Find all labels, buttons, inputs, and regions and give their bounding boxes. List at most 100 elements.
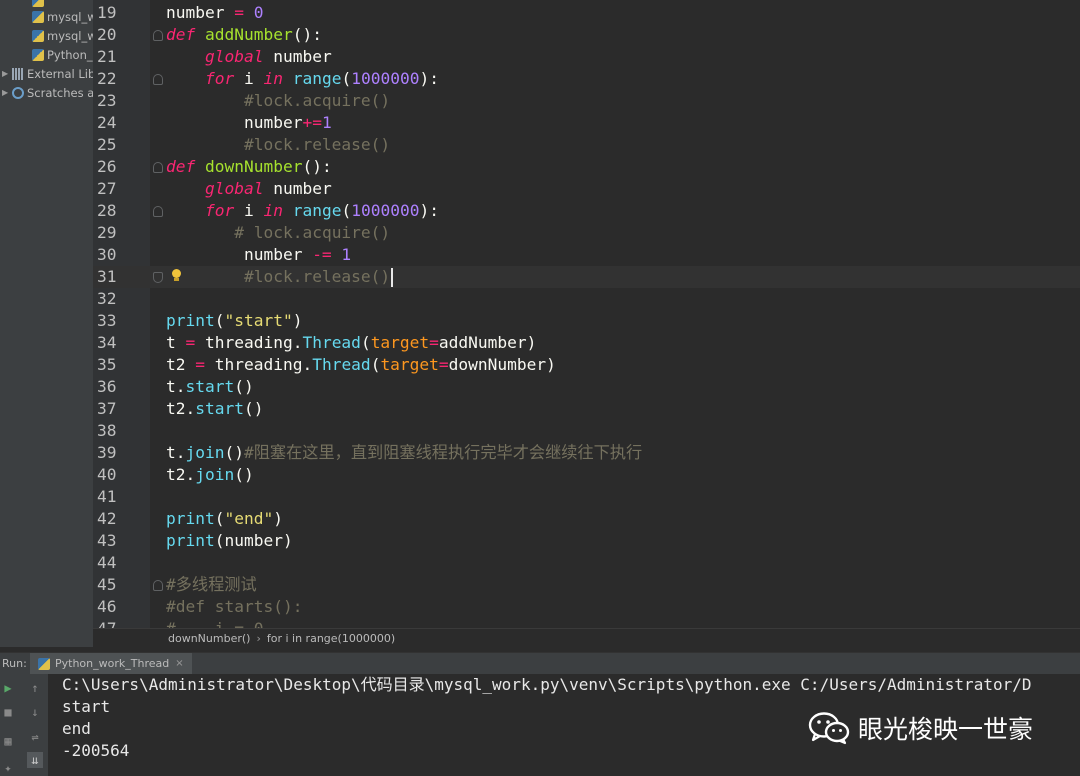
code-text[interactable]: def addNumber(): [166, 24, 322, 46]
scroll-down-icon[interactable]: ↓ [27, 704, 43, 720]
code-text[interactable]: #lock.release() [166, 134, 390, 156]
expand-arrow-icon[interactable]: ▶ [2, 88, 12, 97]
code-text[interactable]: global number [166, 46, 332, 68]
rerun-icon[interactable]: ▶ [0, 680, 16, 696]
wechat-icon [808, 712, 850, 745]
code-line[interactable]: 21 global number [93, 46, 1080, 68]
code-line[interactable]: 31 #lock.release() [93, 266, 1080, 288]
code-text[interactable]: t.join()#阻塞在这里，直到阻塞线程执行完毕才会继续往下执行 [166, 442, 642, 464]
tree-item-scratches[interactable]: ▶ Scratches a [2, 83, 93, 102]
code-line[interactable]: 39 t.join()#阻塞在这里，直到阻塞线程执行完毕才会继续往下执行 [93, 442, 1080, 464]
code-text[interactable]: t2.start() [166, 398, 263, 420]
code-line[interactable]: 34 t = threading.Thread(target=addNumber) [93, 332, 1080, 354]
layout-icon[interactable]: ▦ [0, 733, 16, 749]
code-line[interactable]: 26 def downNumber(): [93, 156, 1080, 178]
code-line[interactable]: 41 [93, 486, 1080, 508]
code-token: print [166, 531, 215, 550]
code-lines[interactable]: 19 number = 0 20 def addNumber(): 21 global … [93, 2, 1080, 640]
code-line[interactable]: 38 [93, 420, 1080, 442]
code-line[interactable]: 44 [93, 552, 1080, 574]
fold-marker-icon[interactable] [153, 162, 163, 173]
code-line[interactable]: 23 #lock.acquire() [93, 90, 1080, 112]
code-line[interactable]: 32 [93, 288, 1080, 310]
code-line[interactable]: 28 for i in range(1000000): [93, 200, 1080, 222]
code-text[interactable]: # lock.acquire() [166, 222, 390, 244]
run-toolbar: ▶ ↑ ■ ↓ ▦ ⇌ ⇊ ✦ [0, 674, 48, 776]
code-line[interactable]: 33 print("start") [93, 310, 1080, 332]
library-icon [12, 67, 24, 80]
code-token: () [234, 377, 254, 396]
code-text[interactable]: for i in range(1000000): [166, 200, 439, 222]
code-line[interactable]: 20 def addNumber(): [93, 24, 1080, 46]
code-line[interactable]: 40 t2.join() [93, 464, 1080, 486]
code-text[interactable]: t2 = threading.Thread(target=downNumber) [166, 354, 556, 376]
code-text[interactable]: t = threading.Thread(target=addNumber) [166, 332, 536, 354]
code-text[interactable]: print("start") [166, 310, 302, 332]
soft-wrap-icon[interactable]: ⇌ [27, 729, 43, 745]
scroll-up-icon[interactable]: ↑ [27, 680, 43, 696]
code-text[interactable]: def downNumber(): [166, 156, 332, 178]
code-line[interactable]: 27 global number [93, 178, 1080, 200]
line-number: 46 [97, 597, 117, 616]
code-line[interactable]: 35 t2 = threading.Thread(target=downNumbe… [93, 354, 1080, 376]
scroll-to-end-icon[interactable]: ⇊ [27, 752, 43, 768]
line-number: 20 [97, 25, 117, 44]
code-text[interactable]: #def starts(): [166, 596, 302, 618]
code-text[interactable]: t2.join() [166, 464, 254, 486]
code-line[interactable]: 22 for i in range(1000000): [93, 68, 1080, 90]
line-number: 27 [97, 179, 117, 198]
run-tab[interactable]: Python_work_Thread × [30, 652, 192, 675]
code-line[interactable]: 29 # lock.acquire() [93, 222, 1080, 244]
code-line[interactable]: 19 number = 0 [93, 2, 1080, 24]
watermark-text: 眼光梭映一世豪 [858, 715, 1034, 744]
code-text[interactable]: #多线程测试 [166, 574, 257, 596]
fold-marker-icon[interactable] [153, 272, 163, 283]
code-line[interactable]: 45 #多线程测试 [93, 574, 1080, 596]
code-text[interactable]: t.start() [166, 376, 254, 398]
close-icon[interactable]: × [175, 658, 183, 669]
breadcrumb-item-function[interactable]: downNumber() [168, 632, 250, 645]
fold-marker-icon[interactable] [153, 30, 163, 41]
code-line[interactable]: 36 t.start() [93, 376, 1080, 398]
code-token: number [263, 47, 332, 66]
code-text[interactable]: for i in range(1000000): [166, 68, 439, 90]
code-token: t2. [166, 465, 196, 484]
code-text[interactable]: number -= 1 [166, 244, 351, 266]
code-token: ( [370, 355, 381, 374]
code-line[interactable]: 42 print("end") [93, 508, 1080, 530]
expand-arrow-icon[interactable]: ▶ [2, 69, 12, 78]
line-number: 31 [97, 267, 117, 286]
tree-item-external-libraries[interactable]: ▶ External Lib [2, 64, 93, 83]
code-text[interactable]: #lock.release() [166, 266, 394, 288]
python-file-icon [32, 0, 44, 7]
code-text[interactable]: number+=1 [166, 112, 332, 134]
code-text[interactable]: global number [166, 178, 332, 200]
code-line[interactable]: 46 #def starts(): [93, 596, 1080, 618]
code-line[interactable]: 30 number -= 1 [93, 244, 1080, 266]
tree-item-python-file[interactable]: Python_v [32, 45, 93, 64]
tree-item-mysql-file-2[interactable]: mysql_w [32, 26, 93, 45]
fold-marker-icon[interactable] [153, 580, 163, 591]
code-text[interactable]: print(number) [166, 530, 293, 552]
breadcrumb-item-loop[interactable]: for i in range(1000000) [267, 632, 395, 645]
code-text[interactable]: #lock.acquire() [166, 90, 390, 112]
code-text[interactable]: print("end") [166, 508, 283, 530]
code-line[interactable]: 25 #lock.release() [93, 134, 1080, 156]
fold-marker-icon[interactable] [153, 74, 163, 85]
line-number: 40 [97, 465, 117, 484]
line-number: 28 [97, 201, 117, 220]
code-line[interactable]: 24 number+=1 [93, 112, 1080, 134]
code-token: (): [292, 25, 322, 44]
code-line[interactable]: 37 t2.start() [93, 398, 1080, 420]
code-token: join [195, 465, 235, 484]
code-text[interactable]: number = 0 [166, 2, 263, 24]
pin-icon[interactable]: ✦ [0, 760, 16, 776]
stop-icon[interactable]: ■ [0, 704, 16, 720]
console-line: C:\Users\Administrator\Desktop\代码目录\mysq… [62, 675, 1032, 694]
tree-item-mysql-file-1[interactable]: mysql_w [32, 7, 93, 26]
code-line[interactable]: 43 print(number) [93, 530, 1080, 552]
fold-marker-icon[interactable] [153, 206, 163, 217]
